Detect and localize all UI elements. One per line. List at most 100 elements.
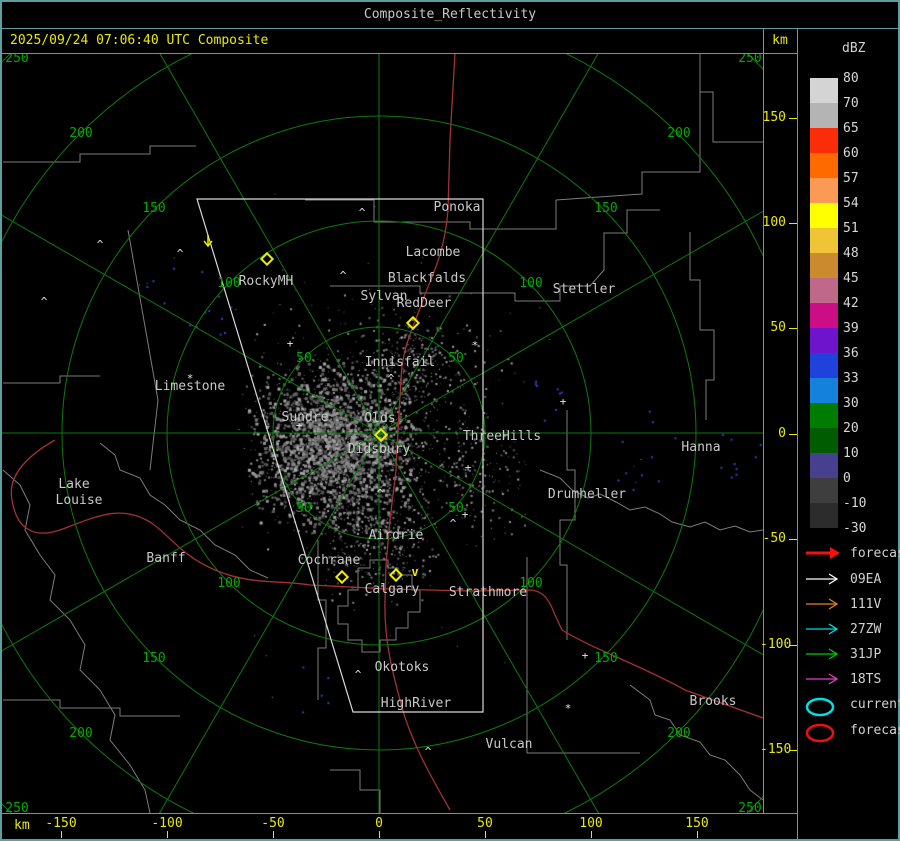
ring-distance-label: 200 bbox=[69, 126, 92, 141]
city-label: Innisfail bbox=[365, 355, 435, 370]
caret-marker-icon: ^ bbox=[388, 372, 395, 385]
colorbar-band bbox=[810, 253, 838, 278]
city-label: Hanna bbox=[681, 440, 720, 455]
colorbar-band bbox=[810, 278, 838, 303]
city-label: Lake bbox=[58, 477, 89, 492]
right-axis-tick bbox=[789, 539, 797, 540]
legend-item-label: current bbox=[850, 697, 900, 712]
bottom-axis-tick bbox=[379, 831, 380, 838]
bottom-axis-tick-label: 0 bbox=[375, 816, 383, 831]
bottom-axis-tick-label: 100 bbox=[579, 816, 603, 831]
legend-item-label: 18TS bbox=[850, 672, 882, 687]
city-label: Blackfalds bbox=[388, 271, 466, 286]
colorbar-band bbox=[810, 503, 838, 528]
colorbar-band bbox=[810, 203, 838, 228]
city-labels: PonokaLacombeBlackfaldsSylvanRedDeerStet… bbox=[56, 200, 737, 752]
right-axis-tick bbox=[789, 645, 797, 646]
right-axis-tick-label: 150 bbox=[762, 110, 786, 125]
bottom-axis-tick bbox=[61, 831, 62, 838]
colorbar-band-label: -30 bbox=[843, 521, 867, 536]
legend-arrow-icon bbox=[804, 621, 844, 641]
colorbar-band-label: 48 bbox=[843, 246, 859, 261]
ring-distance-label: 100 bbox=[217, 576, 240, 591]
city-label: Okotoks bbox=[375, 660, 430, 675]
window-title: Composite_Reflectivity bbox=[363, 7, 537, 22]
caret-marker-icon: ^ bbox=[41, 295, 48, 308]
ring-distance-label: 150 bbox=[594, 651, 617, 666]
right-axis-tick-label: 50 bbox=[770, 320, 786, 335]
legend-ellipse-icon bbox=[804, 696, 844, 722]
colorbar-title: dBZ bbox=[842, 41, 866, 56]
ring-distance-label: 250 bbox=[5, 54, 28, 66]
right-axis-tick bbox=[789, 223, 797, 224]
star-marker-icon: * bbox=[472, 339, 479, 352]
station-diamond-icon bbox=[373, 427, 389, 443]
legend-arrow-icon bbox=[804, 596, 844, 616]
timestamp-label: 2025/09/24 07:06:40 UTC Composite bbox=[10, 33, 269, 48]
right-axis-tick bbox=[789, 434, 797, 435]
city-label: Sundre bbox=[282, 410, 329, 425]
bottom-axis-tick-label: -50 bbox=[261, 816, 285, 831]
colorbar-band bbox=[810, 103, 838, 128]
legend-item-label: 27ZW bbox=[850, 622, 882, 637]
colorbar-band-label: 57 bbox=[843, 171, 859, 186]
legend-arrow-icon bbox=[804, 571, 844, 591]
city-label: Calgary bbox=[365, 582, 420, 597]
colorbar-band-label: 36 bbox=[843, 346, 859, 361]
legend-item: forecast bbox=[804, 720, 900, 744]
colorbar-band bbox=[810, 478, 838, 503]
check-marker-icon: v bbox=[411, 565, 418, 579]
colorbar-band bbox=[810, 328, 838, 353]
plus-marker-icon: + bbox=[582, 649, 589, 662]
right-axis-tick bbox=[789, 750, 797, 751]
plus-marker-icon: + bbox=[296, 419, 303, 432]
colorbar-band bbox=[810, 153, 838, 178]
colorbar-band bbox=[810, 428, 838, 453]
colorbar-band bbox=[810, 353, 838, 378]
city-label: Cochrane bbox=[298, 553, 361, 568]
city-label: RedDeer bbox=[397, 296, 452, 311]
legend-arrow-icon bbox=[804, 646, 844, 666]
star-marker-icon: * bbox=[565, 702, 572, 715]
radial-line bbox=[378, 432, 763, 656]
ring-distance-label: 150 bbox=[594, 201, 617, 216]
ring-distance-label: 50 bbox=[296, 501, 312, 516]
colorbar-band-label: 51 bbox=[843, 221, 859, 236]
legend-arrow-icon bbox=[804, 671, 844, 691]
caret-marker-icon: ^ bbox=[377, 487, 384, 500]
map-right-border bbox=[763, 28, 764, 814]
right-axis-tick-label: 100 bbox=[762, 215, 786, 230]
colorbar-band-label: 20 bbox=[843, 421, 859, 436]
legend-item: current bbox=[804, 694, 900, 718]
bottom-axis-unit: km bbox=[14, 818, 30, 833]
right-axis-tick-label: -100 bbox=[760, 637, 792, 652]
ring-distance-label: 100 bbox=[519, 276, 542, 291]
city-label: RockyMH bbox=[239, 274, 294, 289]
colorbar-band bbox=[810, 128, 838, 153]
colorbar-band-label: 10 bbox=[843, 446, 859, 461]
colorbar-band bbox=[810, 78, 838, 103]
colorbar-band-label: 54 bbox=[843, 196, 859, 211]
right-axis-unit: km bbox=[772, 33, 788, 48]
caret-marker-icon: ^ bbox=[425, 745, 432, 758]
station-diamond-icon bbox=[334, 569, 350, 585]
colorbar-band-label: 39 bbox=[843, 321, 859, 336]
city-label: Brooks bbox=[690, 694, 737, 709]
city-label: Strathmore bbox=[449, 585, 527, 600]
ring-distance-label: 100 bbox=[217, 276, 240, 291]
colorbar-band-label: 65 bbox=[843, 121, 859, 136]
radial-line bbox=[378, 54, 599, 434]
star-marker-icon: * bbox=[187, 372, 194, 385]
legend-ellipse-icon bbox=[804, 722, 844, 748]
colorbar-band-label: 30 bbox=[843, 396, 859, 411]
ring-distance-label: 150 bbox=[142, 201, 165, 216]
bottom-axis-tick bbox=[273, 831, 274, 838]
legend-item-label: forecast bbox=[850, 723, 900, 738]
legend-item: 111V bbox=[804, 594, 898, 618]
bottom-axis-tick bbox=[697, 831, 698, 838]
city-label: Airdrie bbox=[369, 528, 424, 543]
city-label: Banff bbox=[146, 551, 185, 566]
colorbar-band-label: 60 bbox=[843, 146, 859, 161]
radial-line bbox=[159, 54, 380, 434]
city-label: HighRiver bbox=[381, 696, 452, 711]
